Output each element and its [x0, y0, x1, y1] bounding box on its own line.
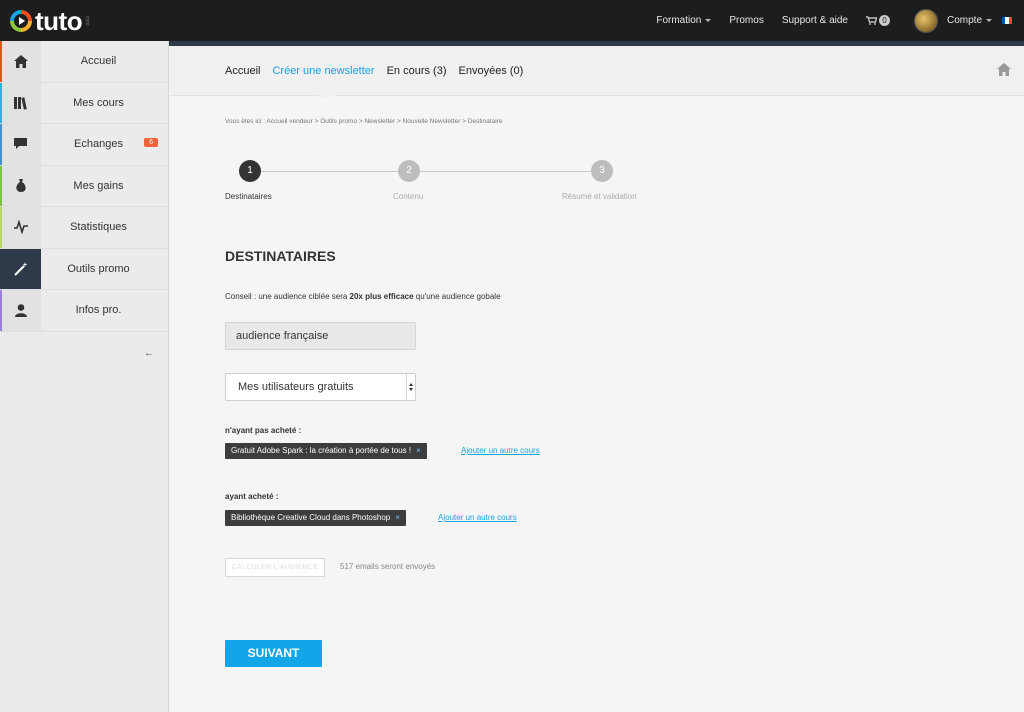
tip-bold: 20x plus efficace — [349, 292, 414, 301]
sub-nav: Accueil Créer une newsletter En cours (3… — [170, 46, 1024, 103]
step-2-dot: 2 — [398, 160, 420, 182]
sidebar-item-echanges[interactable]: Echanges 6 — [0, 124, 168, 166]
step-connector — [420, 171, 591, 172]
sidebar-item-label: Mes gains — [73, 179, 124, 192]
sidebar-accent — [0, 248, 2, 289]
sub-nav-tabs: Accueil Créer une newsletter En cours (3… — [225, 65, 523, 77]
sidebar-accent — [0, 82, 2, 123]
chevron-down-icon — [705, 19, 712, 22]
step-1-label: Destinataires — [225, 192, 272, 201]
audience-name-input[interactable]: audience française — [225, 322, 416, 350]
cart-count-badge: 0 — [878, 15, 890, 26]
sidebar-item-label: Statistiques — [70, 221, 127, 234]
sidebar-item-label: Accueil — [80, 55, 117, 68]
course-chip: Bibliothèque Creative Cloud dans Photosh… — [225, 510, 406, 526]
course-chip: Gratuit Adobe Spark : la création à port… — [225, 443, 427, 459]
money-bag-icon — [0, 165, 41, 206]
email-count-text: 517 emails seront envoyés — [340, 562, 436, 571]
avatar[interactable] — [913, 8, 938, 33]
sidebar-item-label: Mes cours — [73, 96, 124, 109]
next-button[interactable]: SUIVANT — [225, 640, 322, 667]
sidebar-item-label: Outils promo — [67, 262, 130, 275]
add-course-link[interactable]: Ajouter un autre cours — [438, 513, 517, 522]
tip-text: Conseil : une audience ciblée sera 20x p… — [225, 292, 501, 301]
users-select-value: Mes utilisateurs gratuits — [238, 381, 354, 393]
section-title: DESTINATAIRES — [225, 248, 336, 264]
nav-support[interactable]: Support & aide — [782, 15, 848, 26]
top-bar: tuto com Formation Promos Support & aide… — [0, 0, 1024, 41]
chevron-down-icon — [986, 19, 992, 22]
tip-suffix: qu'une audience gobale — [413, 292, 501, 301]
sidebar-item-label: Infos pro. — [75, 304, 122, 317]
breadcrumb: Vous êtes ici : Accueil vendeur > Outils… — [225, 118, 503, 125]
sidebar-accent — [0, 124, 2, 165]
nav-formation-label: Formation — [656, 15, 702, 26]
logo-text: tuto — [35, 5, 83, 36]
select-arrows-icon — [406, 374, 415, 400]
chat-icon — [0, 124, 41, 165]
sidebar-item-outils-promo[interactable]: Outils promo — [0, 248, 168, 290]
sidebar-item-infos-pro[interactable]: Infos pro. — [0, 290, 168, 332]
user-icon — [0, 290, 41, 331]
home-icon — [0, 41, 41, 82]
collapse-sidebar-icon[interactable]: ← — [144, 348, 154, 359]
step-1-dot: 1 — [239, 160, 261, 182]
users-select[interactable]: Mes utilisateurs gratuits — [225, 373, 416, 401]
top-nav: Formation Promos Support & aide 0 Compte — [638, 0, 1012, 41]
nav-promos[interactable]: Promos — [729, 15, 763, 26]
cart-icon — [865, 16, 877, 25]
tab-en-cours[interactable]: En cours (3) — [387, 65, 447, 77]
sidebar-accent — [0, 165, 2, 206]
nav-account[interactable]: Compte — [947, 15, 992, 26]
books-icon — [0, 82, 41, 123]
step-3-label: Résumé et validation — [562, 192, 637, 201]
sidebar-accent — [0, 207, 2, 248]
tab-accueil[interactable]: Accueil — [225, 65, 260, 77]
home-icon[interactable] — [996, 62, 1012, 82]
tip-prefix: Conseil : une audience ciblée sera — [225, 292, 350, 301]
logo[interactable]: tuto com — [10, 8, 90, 34]
nav-formation[interactable]: Formation — [656, 15, 712, 26]
sidebar-item-mes-gains[interactable]: Mes gains — [0, 165, 168, 207]
magic-wand-icon — [0, 248, 41, 289]
add-course-link[interactable]: Ajouter un autre cours — [461, 446, 540, 455]
sidebar-item-accueil[interactable]: Accueil — [0, 41, 168, 83]
unread-badge: 6 — [144, 138, 158, 147]
tab-envoyees[interactable]: Envoyées (0) — [459, 65, 524, 77]
calculate-audience-button[interactable]: CALCULER L'AUDIENCE — [225, 558, 325, 577]
remove-chip-icon[interactable]: × — [416, 446, 421, 455]
remove-chip-icon[interactable]: × — [395, 513, 400, 522]
nav-account-label: Compte — [946, 15, 982, 26]
cart-button[interactable]: 0 — [865, 15, 890, 26]
tab-creer-newsletter[interactable]: Créer une newsletter — [272, 65, 374, 77]
not-bought-label: n'ayant pas acheté : — [225, 426, 302, 435]
play-logo-icon — [10, 9, 32, 32]
stepper: 1 2 3 Destinataires Contenu Résumé et va… — [225, 160, 655, 205]
main-content: Vous êtes ici : Accueil vendeur > Outils… — [170, 97, 1024, 712]
step-2-label: Contenu — [393, 192, 424, 201]
sidebar-accent — [0, 290, 2, 331]
sidebar-item-mes-cours[interactable]: Mes cours — [0, 82, 168, 124]
sidebar: Accueil Mes cours Echanges 6 Mes gains S… — [0, 41, 169, 712]
flag-fr-icon[interactable] — [1002, 17, 1012, 24]
course-chip-label: Gratuit Adobe Spark : la création à port… — [231, 446, 412, 455]
course-chip-label: Bibliothèque Creative Cloud dans Photosh… — [231, 513, 391, 522]
step-connector — [247, 171, 398, 172]
sidebar-item-statistiques[interactable]: Statistiques — [0, 207, 168, 249]
sidebar-accent — [0, 41, 2, 82]
logo-subtext: com — [84, 15, 91, 26]
bought-label: ayant acheté : — [225, 492, 279, 501]
pulse-icon — [0, 207, 41, 248]
step-3-dot: 3 — [591, 160, 613, 182]
